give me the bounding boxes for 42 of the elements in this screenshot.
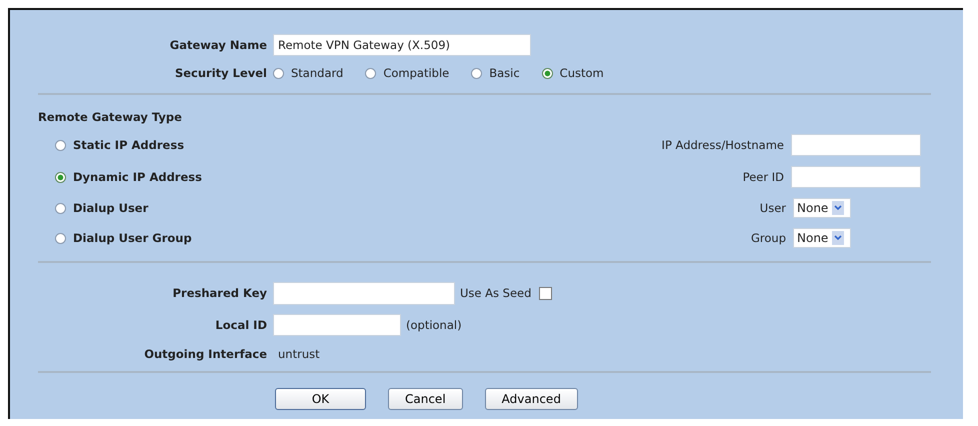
dialog-button[interactable]: Advanced — [484, 388, 578, 410]
radio-button[interactable]: Dialup User — [55, 201, 148, 215]
radio-button[interactable]: Custom — [542, 66, 604, 80]
caret-icon — [832, 201, 844, 215]
field-label: Gateway Name — [168, 38, 268, 52]
field-label: Outgoing Interface — [143, 347, 268, 361]
text-field[interactable] — [791, 166, 921, 188]
field-value: untrust — [278, 347, 320, 361]
local-id-field[interactable] — [273, 314, 401, 336]
field-label: Peer ID — [742, 170, 784, 184]
checkbox[interactable] — [539, 286, 552, 300]
section-title: Remote Gateway Type — [38, 110, 183, 126]
radio-icon[interactable] — [55, 172, 66, 182]
field-label: User — [760, 201, 786, 215]
gateway-name-field[interactable]: Remote VPN Gateway (X.509) — [273, 34, 531, 56]
field-label: IP Address/Hostname — [662, 138, 784, 152]
radio-button[interactable]: Basic — [471, 66, 520, 80]
radio-icon[interactable] — [542, 68, 553, 78]
radio-icon[interactable] — [273, 68, 284, 78]
radio-button[interactable]: Dynamic IP Address — [55, 170, 202, 184]
field-label: Use As Seed — [460, 286, 532, 300]
radio-icon[interactable] — [55, 140, 66, 150]
radio-button[interactable]: Compatible — [365, 66, 450, 80]
preshared-key-field[interactable] — [273, 282, 455, 304]
caret-icon — [832, 231, 844, 245]
dialog-button[interactable]: Cancel — [388, 388, 463, 410]
hint-text: (optional) — [406, 318, 462, 332]
dropdown[interactable]: None — [793, 198, 851, 218]
field-label: Preshared Key — [172, 286, 268, 300]
field-label: Group — [750, 231, 786, 245]
radio-button[interactable]: Dialup User Group — [55, 231, 192, 245]
radio-button[interactable]: Standard — [273, 66, 344, 80]
radio-icon[interactable] — [55, 202, 66, 214]
field-label: Local ID — [214, 318, 268, 332]
radio-button[interactable]: Static IP Address — [55, 138, 184, 152]
dropdown[interactable]: None — [793, 228, 851, 248]
radio-icon[interactable] — [365, 68, 376, 78]
dialog-button[interactable]: OK — [275, 388, 366, 410]
radio-icon[interactable] — [55, 232, 66, 244]
field-label: Security Level — [174, 66, 268, 80]
radio-icon[interactable] — [471, 68, 482, 78]
text-field[interactable] — [791, 134, 921, 156]
